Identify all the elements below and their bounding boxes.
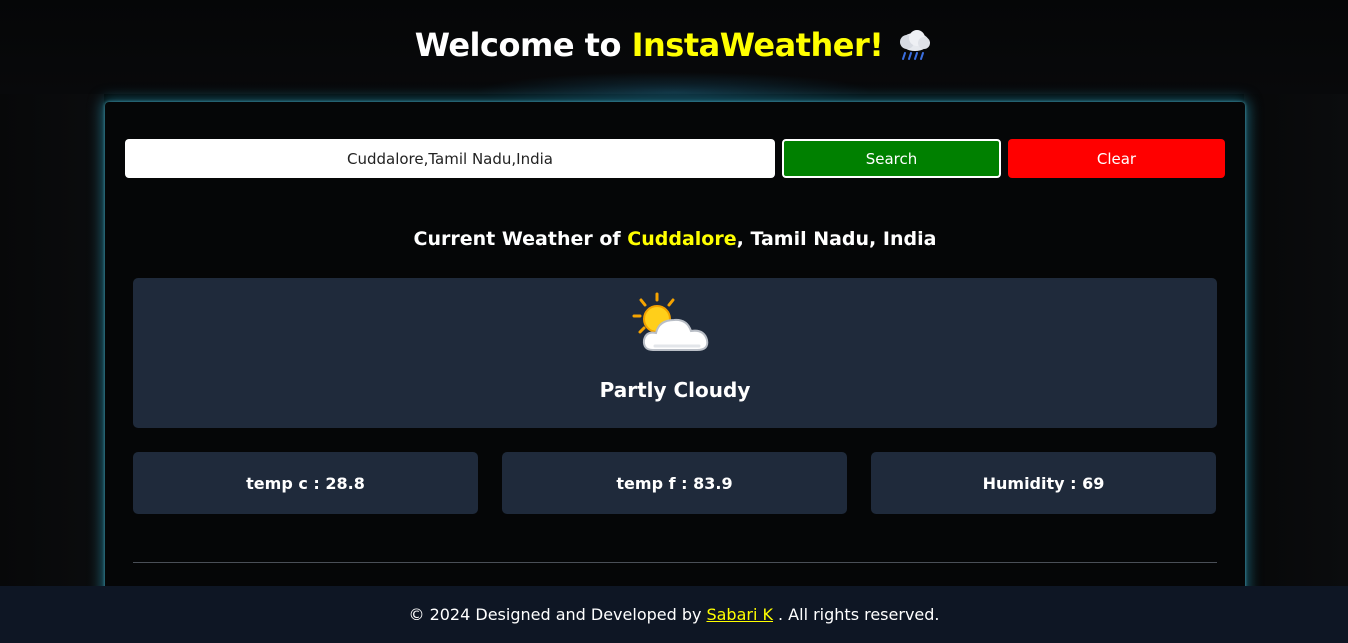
humidity-card: Humidity : 69 <box>871 452 1216 514</box>
footer-prefix: © 2024 Designed and Developed by <box>408 605 702 624</box>
left-shade <box>0 94 104 586</box>
rain-cloud-icon <box>900 30 931 60</box>
clear-button[interactable]: Clear <box>1008 139 1225 178</box>
condition-text: Partly Cloudy <box>599 378 751 402</box>
right-shade <box>1244 94 1348 586</box>
search-button[interactable]: Search <box>782 139 1001 178</box>
footer: © 2024 Designed and Developed by Sabari … <box>0 586 1348 643</box>
title-welcome: Welcome to <box>414 26 622 64</box>
humidity-value: Humidity : 69 <box>982 473 1105 493</box>
temp-f-value: temp f : 83.9 <box>616 473 733 493</box>
title-brand: InstaWeather! <box>631 26 884 64</box>
author-link[interactable]: Sabari K <box>706 605 773 624</box>
heading-prefix: Current Weather of <box>413 228 621 250</box>
app-header: Welcome to InstaWeather! <box>0 0 1348 112</box>
heading-region: , Tamil Nadu, India <box>736 228 937 250</box>
footer-suffix: . All rights reserved. <box>778 605 940 624</box>
location-search-input[interactable] <box>125 139 775 178</box>
heading-city: Cuddalore <box>627 228 737 250</box>
weather-heading: Current Weather of Cuddalore, Tamil Nadu… <box>105 228 1245 250</box>
search-bar: Search Clear <box>125 139 1225 178</box>
divider <box>133 562 1217 563</box>
temp-c-card: temp c : 28.8 <box>133 452 478 514</box>
temp-c-value: temp c : 28.8 <box>246 473 365 493</box>
partly-cloudy-icon <box>632 292 709 351</box>
page-title: Welcome to InstaWeather! <box>415 26 934 64</box>
weather-panel: Search Clear Current Weather of Cuddalor… <box>105 102 1245 602</box>
condition-card: Partly Cloudy <box>133 278 1217 428</box>
temp-f-card: temp f : 83.9 <box>502 452 847 514</box>
